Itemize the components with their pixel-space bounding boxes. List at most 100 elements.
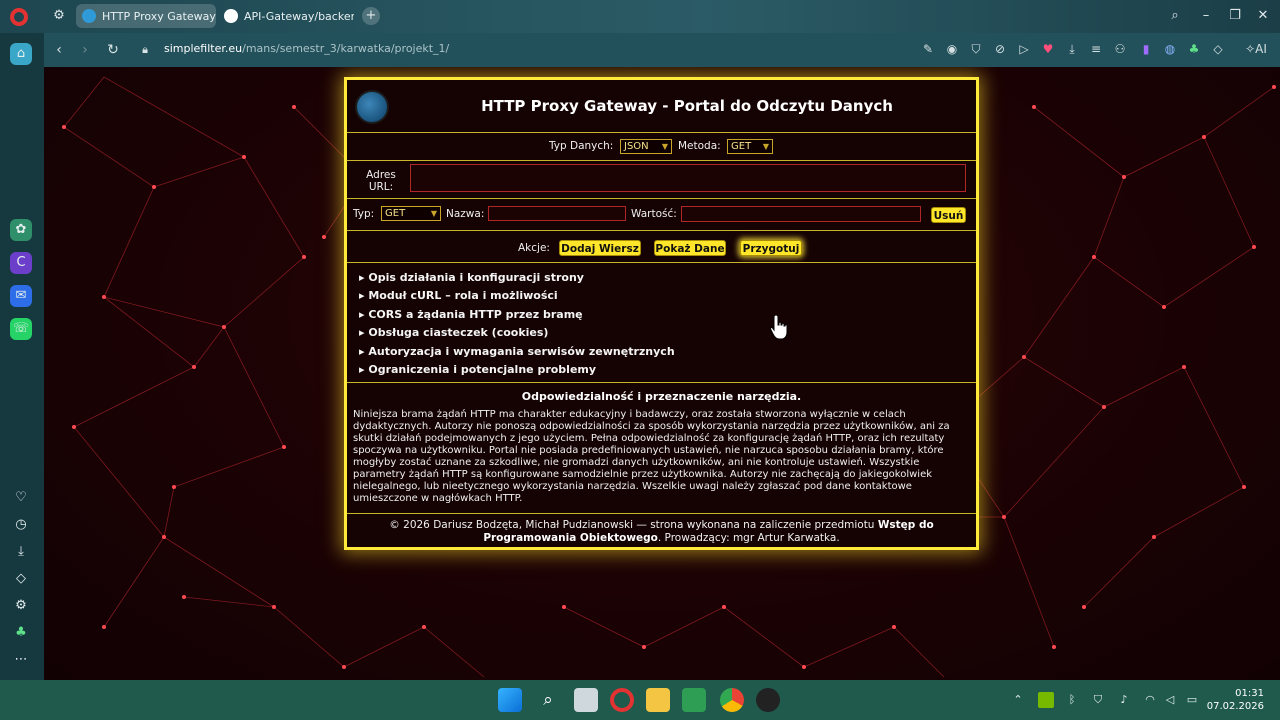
add-row-button[interactable]: Dodaj Wiersz xyxy=(559,240,641,256)
chrome-icon[interactable] xyxy=(720,688,744,712)
whatsapp-icon[interactable]: ☏ xyxy=(10,318,32,340)
divider xyxy=(347,132,976,133)
new-tab-icon[interactable]: + xyxy=(362,7,380,25)
section-limitations[interactable]: ▸ Ograniczenia i potencjalne problemy xyxy=(359,363,596,376)
close-window-icon[interactable]: ✕ xyxy=(1254,7,1272,25)
download-icon[interactable]: ⤓ xyxy=(1064,41,1080,57)
bluetooth-icon[interactable]: ᛒ xyxy=(1064,692,1080,708)
shield-icon[interactable]: ⛉ xyxy=(968,41,984,57)
divider xyxy=(347,230,976,231)
more-dots-icon[interactable]: ⋯ xyxy=(10,649,32,671)
share-icon[interactable]: ✎ xyxy=(920,41,936,57)
downloads-icon[interactable]: ⤓ xyxy=(10,541,32,563)
battery-icon[interactable]: ▭ xyxy=(1184,692,1200,708)
hand-cursor-icon xyxy=(769,314,788,340)
tab-http-proxy-gateway[interactable]: HTTP Proxy Gateway xyxy=(76,4,216,28)
cs-app-icon[interactable]: C xyxy=(10,252,32,274)
minimize-icon[interactable]: – xyxy=(1197,7,1215,25)
nvidia-icon[interactable] xyxy=(1038,692,1054,708)
start-windows-icon[interactable] xyxy=(498,688,522,712)
easy-setup-icon[interactable]: ≡ xyxy=(1088,41,1104,57)
chevron-down-icon: ▼ xyxy=(762,142,769,151)
search-tabs-icon[interactable]: ⌕ xyxy=(1166,7,1184,25)
back-icon[interactable]: ‹ xyxy=(50,41,68,59)
section-curl[interactable]: ▸ Moduł cURL – rola i możliwości xyxy=(359,289,558,302)
address-bar: ‹ › ↻ 🔒︎ simplefilter.eu/mans/semestr_3/… xyxy=(44,33,1280,67)
data-type-select[interactable]: JSON ▼ xyxy=(620,139,672,154)
notice-text: Niniejsza brama żądań HTTP ma charakter … xyxy=(353,409,950,504)
url-label: Adres URL: xyxy=(366,169,396,193)
actions-label: Akcje: xyxy=(518,242,550,254)
delete-row-button[interactable]: Usuń xyxy=(931,207,966,223)
forward-icon[interactable]: › xyxy=(76,41,94,59)
divider xyxy=(347,160,976,161)
camera-icon[interactable]: ◉ xyxy=(944,41,960,57)
extensions-icon[interactable]: ◇ xyxy=(1210,41,1226,57)
tab-api-gateway[interactable]: API-Gateway/backend at xyxy=(218,4,354,28)
divider xyxy=(347,382,976,383)
extensions-cube-icon[interactable]: ◇ xyxy=(10,568,32,590)
extension-icon[interactable]: ▮ xyxy=(1138,41,1154,57)
heart-icon[interactable]: ♥ xyxy=(1040,41,1056,57)
messenger-icon[interactable]: ✉ xyxy=(10,285,32,307)
github-icon xyxy=(224,9,238,23)
row-value-label: Wartość: xyxy=(631,208,677,220)
row-name-input[interactable] xyxy=(488,206,626,221)
row-type-select[interactable]: GET ▼ xyxy=(381,206,441,221)
reload-icon[interactable]: ↻ xyxy=(104,41,122,59)
url-field[interactable]: simplefilter.eu/mans/semestr_3/karwatka/… xyxy=(164,42,449,55)
profile-icon[interactable]: ⚇ xyxy=(1112,41,1128,57)
search-extension-icon[interactable]: ◍ xyxy=(1162,41,1178,57)
security-icon[interactable]: ⛉ xyxy=(1090,692,1106,708)
footer: © 2026 Dariusz Bodzęta, Michał Pudzianow… xyxy=(389,519,934,544)
chevron-down-icon: ▼ xyxy=(661,142,668,151)
page-title: HTTP Proxy Gateway - Portal do Odczytu D… xyxy=(481,97,893,115)
section-cookies[interactable]: ▸ Obsługa ciasteczek (cookies) xyxy=(359,326,548,339)
lock-icon: 🔒︎ xyxy=(142,43,148,56)
favorites-heart-icon[interactable]: ♡ xyxy=(10,487,32,509)
row-name-label: Nazwa: xyxy=(446,208,485,220)
url-input[interactable] xyxy=(410,164,966,192)
opera-logo-icon[interactable] xyxy=(10,8,28,26)
page-viewport: HTTP Proxy Gateway - Portal do Odczytu D… xyxy=(44,67,1280,680)
tab-favicon-icon xyxy=(82,9,96,23)
task-view-icon[interactable] xyxy=(574,688,598,712)
method-select[interactable]: GET ▼ xyxy=(727,139,773,154)
ad-block-icon[interactable]: ⊘ xyxy=(992,41,1008,57)
history-clock-icon[interactable]: ◷ xyxy=(10,514,32,536)
microphone-icon[interactable]: ♪ xyxy=(1116,692,1132,708)
file-explorer-icon[interactable] xyxy=(646,688,670,712)
search-icon[interactable]: ⌕ xyxy=(536,688,560,712)
wifi-icon[interactable]: ◠ xyxy=(1142,692,1158,708)
workspaces-icon[interactable]: ⚙ xyxy=(50,7,68,25)
opera-taskbar-icon[interactable] xyxy=(610,688,634,712)
aria-ai-icon[interactable]: ✧AI xyxy=(1240,41,1272,57)
chevron-down-icon: ▼ xyxy=(430,209,437,218)
section-cors[interactable]: ▸ CORS a żądania HTTP przez bramę xyxy=(359,308,583,321)
portal-logo-icon xyxy=(355,90,389,124)
section-authorization[interactable]: ▸ Autoryzacja i wymagania serwisów zewnę… xyxy=(359,345,675,358)
vpn-extension-icon[interactable]: ♣ xyxy=(1186,41,1202,57)
divider xyxy=(347,262,976,263)
row-value-input[interactable] xyxy=(681,206,921,222)
notice-title: Odpowiedzialność i przeznaczenie narzędz… xyxy=(521,390,802,403)
chatgpt-icon[interactable]: ✿ xyxy=(10,219,32,241)
clock[interactable]: 01:31 07.02.2026 xyxy=(1207,687,1264,713)
settings-gear-icon[interactable]: ⚙ xyxy=(10,595,32,617)
show-data-button[interactable]: Pokaż Dane xyxy=(654,240,726,256)
home-icon[interactable]: ⌂ xyxy=(10,43,32,65)
vpn-icon[interactable]: ♣ xyxy=(10,622,32,644)
divider xyxy=(347,198,976,199)
row-type-label: Typ: xyxy=(353,208,375,220)
volume-icon[interactable]: ◁ xyxy=(1162,692,1178,708)
section-description[interactable]: ▸ Opis działania i konfiguracji strony xyxy=(359,271,584,284)
maximize-icon[interactable]: ❐ xyxy=(1226,7,1244,25)
data-type-label: Typ Danych: xyxy=(549,140,614,152)
obs-icon[interactable] xyxy=(756,688,780,712)
notepad-icon[interactable] xyxy=(682,688,706,712)
prepare-button[interactable]: Przygotuj xyxy=(740,240,802,256)
method-label: Metoda: xyxy=(678,140,721,152)
chevron-up-icon[interactable]: ⌃ xyxy=(1010,692,1026,708)
player-icon[interactable]: ▷ xyxy=(1016,41,1032,57)
divider xyxy=(347,513,976,514)
